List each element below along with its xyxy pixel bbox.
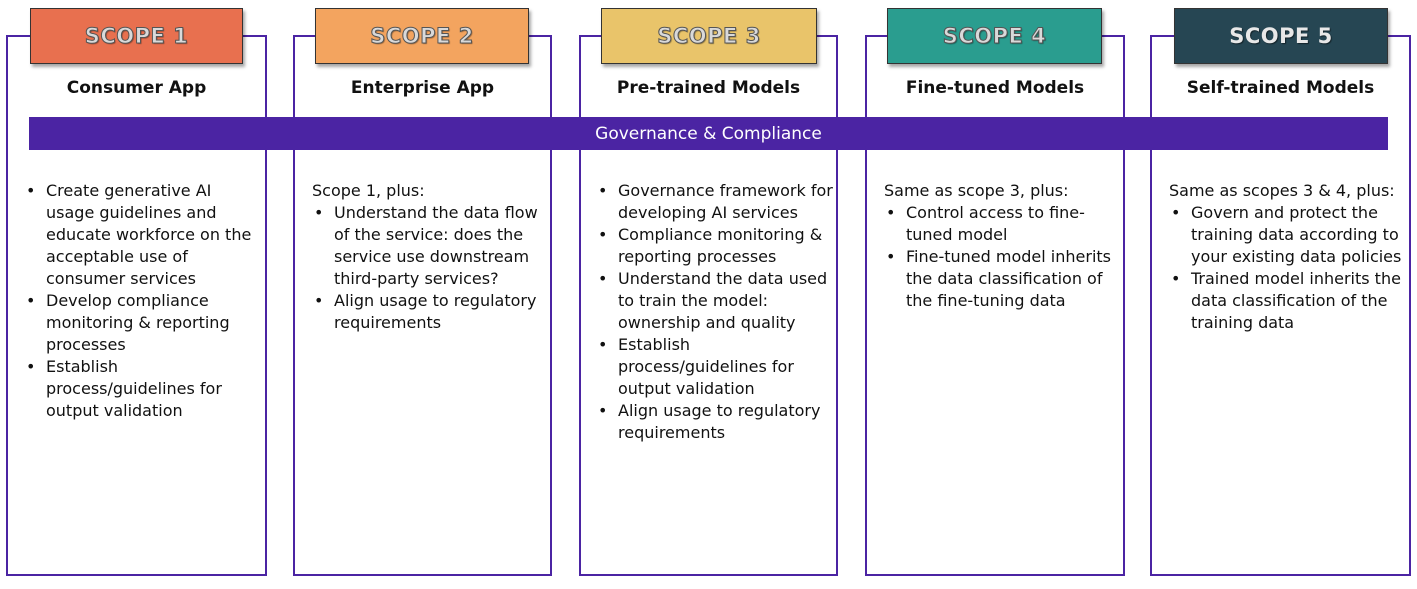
bullet-item: • Govern and protect the training data ac… bbox=[1171, 203, 1402, 266]
scope-2-intro: Scope 1, plus: bbox=[312, 181, 425, 200]
scope-5-bullets: • Govern and protect the training data ac… bbox=[1169, 202, 1407, 334]
scope-4-content: Same as scope 3, plus: • Control access t… bbox=[884, 180, 1122, 312]
scope-2-bullets: • Understand the data flow of the service… bbox=[312, 202, 548, 334]
scope-4-intro: Same as scope 3, plus: bbox=[884, 181, 1069, 200]
scope-2-label: SCOPE 2 bbox=[370, 24, 474, 49]
scope-5-tab: SCOPE 5 bbox=[1174, 8, 1388, 64]
scope-3-bullets: • Governance framework for developing AI … bbox=[596, 180, 834, 444]
bullet-item: • Trained model inherits the data classif… bbox=[1171, 269, 1401, 332]
scope-4-label: SCOPE 4 bbox=[942, 24, 1047, 49]
scope-3-label: SCOPE 3 bbox=[657, 24, 761, 49]
scope-1-title: Consumer App bbox=[66, 78, 207, 98]
bullet-item: • Control access to fine-tuned model bbox=[886, 203, 1085, 244]
bullet-icon: • bbox=[26, 181, 36, 200]
scope-1-label: SCOPE 1 bbox=[84, 24, 189, 49]
scope-4-tab: SCOPE 4 bbox=[887, 8, 1102, 64]
bullet-icon: • bbox=[598, 225, 608, 244]
bullet-item: • Align usage to regulatory requirements bbox=[598, 401, 821, 442]
scope-3-tab: SCOPE 3 bbox=[601, 8, 817, 64]
governance-compliance-label: Governance & Compliance bbox=[595, 123, 822, 144]
bullet-icon: • bbox=[1171, 203, 1181, 222]
scope-2-tab: SCOPE 2 bbox=[315, 8, 529, 64]
bullet-icon: • bbox=[314, 291, 324, 310]
bullet-icon: • bbox=[598, 269, 608, 288]
scope-2-content: Scope 1, plus: • Understand the data flow… bbox=[312, 180, 548, 334]
bullet-item: • Fine-tuned model inherits the data clas… bbox=[886, 247, 1111, 310]
bullet-item: • Governance framework for developing AI … bbox=[598, 181, 833, 222]
bullet-icon: • bbox=[314, 203, 324, 222]
bullet-item: • Understand the data flow of the service… bbox=[314, 203, 538, 288]
bullet-item: • Establish process/guidelines for output… bbox=[26, 357, 222, 420]
bullet-item: • Compliance monitoring & reporting proce… bbox=[598, 225, 823, 266]
scope-5-label: SCOPE 5 bbox=[1229, 24, 1333, 48]
bullet-icon: • bbox=[886, 203, 896, 222]
scope-5-title: Self-trained Models bbox=[1186, 78, 1375, 98]
bullet-icon: • bbox=[598, 401, 608, 420]
bullet-item: • Create generative AI usage guidelines a… bbox=[26, 181, 252, 288]
bullet-item: • Develop compliance monitoring & reporti… bbox=[26, 291, 230, 354]
bullet-icon: • bbox=[26, 357, 36, 376]
governance-compliance-bar: Governance & Compliance bbox=[29, 117, 1388, 150]
scope-5-content: Same as scopes 3 & 4, plus: • Govern and … bbox=[1169, 180, 1407, 334]
bullet-icon: • bbox=[1171, 269, 1181, 288]
bullet-icon: • bbox=[26, 291, 36, 310]
scope-1-bullets: • Create generative AI usage guidelines a… bbox=[24, 180, 260, 422]
bullet-item: • Understand the data used to train the m… bbox=[598, 269, 828, 332]
scope-5-intro: Same as scopes 3 & 4, plus: bbox=[1169, 181, 1395, 200]
scope-4-title: Fine-tuned Models bbox=[905, 78, 1085, 98]
scope-2-title: Enterprise App bbox=[350, 78, 495, 98]
scope-1-tab: SCOPE 1 bbox=[30, 8, 243, 64]
bullet-icon: • bbox=[598, 181, 608, 200]
bullet-icon: • bbox=[598, 335, 608, 354]
bullet-icon: • bbox=[886, 247, 896, 266]
scope-3-content: • Governance framework for developing AI … bbox=[596, 180, 834, 444]
scope-3-title: Pre-trained Models bbox=[616, 78, 801, 98]
bullet-item: • Align usage to regulatory requirements bbox=[314, 291, 537, 332]
scope-4-bullets: • Control access to fine-tuned model • Fin… bbox=[884, 202, 1122, 312]
bullet-item: • Establish process/guidelines for output… bbox=[598, 335, 794, 398]
scope-1-content: • Create generative AI usage guidelines a… bbox=[24, 180, 260, 422]
